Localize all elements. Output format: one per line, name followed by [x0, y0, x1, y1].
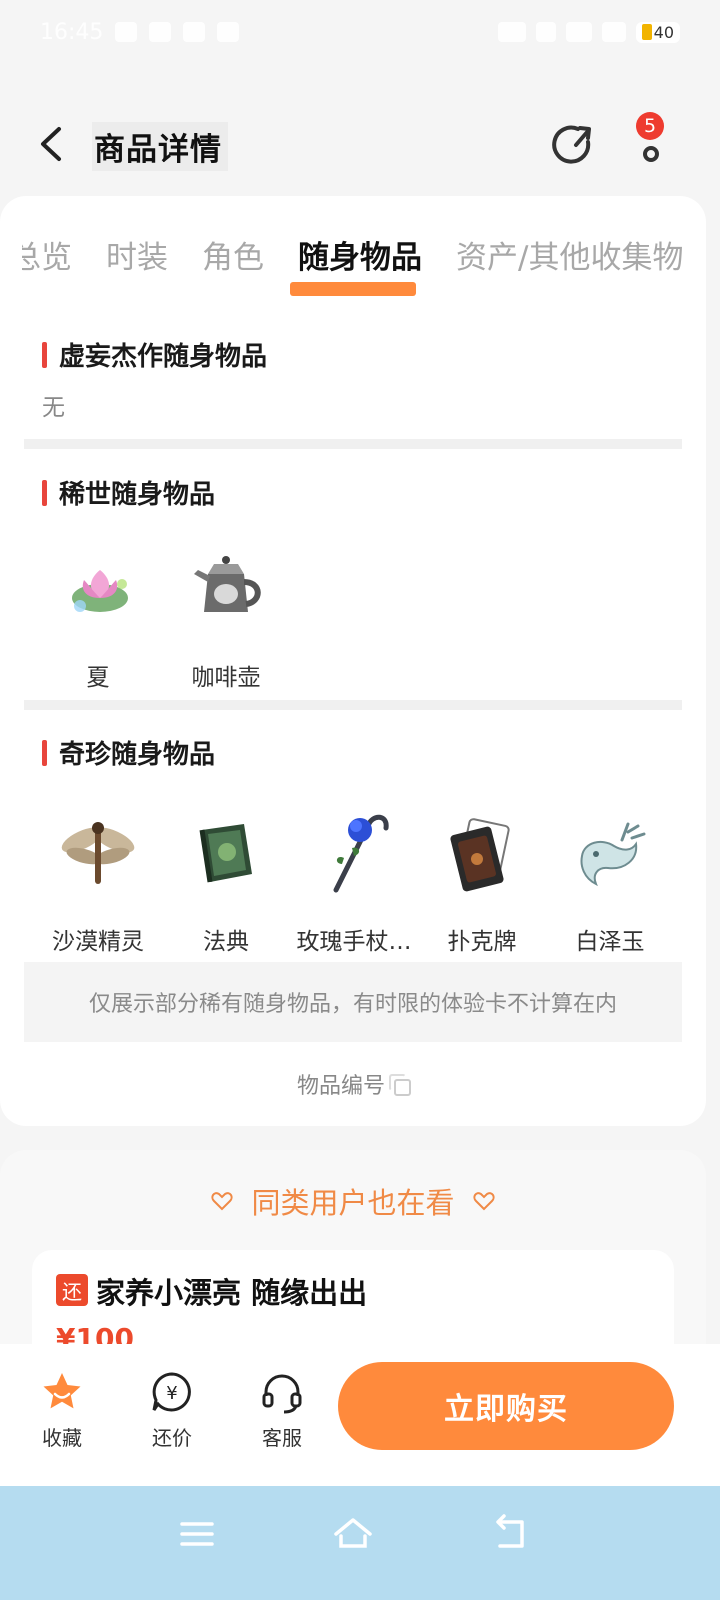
home-icon: [334, 1518, 372, 1548]
notification-icons: [115, 22, 240, 42]
service-button[interactable]: 客服: [242, 1370, 322, 1451]
dragonfly-icon: [50, 804, 146, 900]
tab-assets[interactable]: 资产/其他收集物: [456, 232, 683, 272]
headset-icon: [260, 1370, 304, 1414]
detail-card: 总览 时装 角色 随身物品 资产/其他收集物 虚妄杰作随身物品 无 稀世随身物品…: [0, 196, 706, 1126]
item-jade[interactable]: 白泽玉: [546, 804, 674, 956]
item-label: 夏: [86, 665, 110, 691]
copy-icon[interactable]: [389, 1074, 411, 1096]
share-icon: [552, 125, 591, 164]
item-coffee-pot[interactable]: 咖啡壶: [162, 540, 290, 692]
divider: [24, 439, 682, 449]
heart-icon: [211, 1192, 234, 1211]
empty-text: 无: [42, 395, 65, 421]
tab-fashion[interactable]: 时装: [106, 232, 168, 272]
star-icon: [40, 1370, 84, 1414]
bargain-tag: 还: [56, 1274, 88, 1306]
tab-bar: 总览 时装 角色 随身物品 资产/其他收集物: [22, 232, 684, 272]
tab-characters[interactable]: 角色: [202, 232, 264, 272]
item-label: 法典: [203, 929, 249, 955]
item-label: 扑克牌: [447, 929, 517, 955]
item-label: 白泽玉: [575, 929, 645, 955]
item-codex[interactable]: 法典: [162, 804, 290, 956]
app-icon: [149, 22, 172, 42]
status-bar: 16:45 40: [0, 0, 720, 64]
header: 商品详情: [0, 104, 720, 184]
item-number-label: 物品编号: [296, 1074, 385, 1099]
section-bar: [42, 341, 47, 368]
section-bar: [42, 479, 47, 506]
charging-icon: [641, 24, 652, 40]
section-title-text: 奇珍随身物品: [59, 740, 216, 770]
favorite-button[interactable]: 收藏: [22, 1370, 102, 1451]
item-summer[interactable]: 夏: [34, 540, 162, 692]
video-icon: [217, 22, 240, 42]
section-title-text: 稀世随身物品: [59, 480, 216, 510]
home-nav-button[interactable]: [328, 1508, 378, 1558]
active-tab-indicator: [290, 282, 416, 296]
bargain-label: 还价: [152, 1426, 192, 1450]
battery-indicator: 40: [635, 21, 680, 43]
lotus-icon: [50, 540, 146, 636]
notice-box: 仅展示部分稀有随身物品，有时限的体验卡不计算在内: [24, 962, 682, 1042]
network-icon: [497, 22, 526, 42]
page-title: 商品详情: [92, 122, 228, 171]
wifi-icon: [601, 22, 626, 42]
hd-icon: [535, 22, 556, 42]
divider: [24, 700, 682, 710]
item-label: 沙漠精灵: [52, 929, 144, 955]
share-button[interactable]: [548, 120, 598, 170]
section-bar: [42, 739, 47, 766]
item-rose-cane[interactable]: 玫瑰手杖…: [290, 804, 418, 956]
yen-chat-icon: ¥: [150, 1370, 194, 1414]
favorite-label: 收藏: [42, 1426, 82, 1450]
sync-icon: [183, 22, 206, 42]
chat-icon: [115, 22, 138, 42]
recommend-title: 同类用户也在看: [251, 1186, 455, 1220]
recommend-item-name: 家养小漂亮 随缘出出: [96, 1276, 368, 1310]
item-label: 玫瑰手杖…: [296, 929, 412, 955]
service-label: 客服: [262, 1426, 302, 1450]
system-indicators: 40: [497, 21, 680, 43]
heart-icon: [472, 1192, 495, 1211]
coffee-pot-icon: [178, 540, 274, 636]
section-title-rare: 稀世随身物品: [42, 474, 215, 511]
book-icon: [178, 804, 274, 900]
section-title-treasure: 奇珍随身物品: [42, 734, 215, 771]
return-icon: [496, 1514, 524, 1548]
notification-badge: 5: [636, 112, 664, 140]
section-title-masterpiece: 虚妄杰作随身物品: [42, 336, 267, 373]
status-time: 16:45: [40, 19, 104, 45]
buy-now-button[interactable]: 立即购买: [338, 1362, 674, 1450]
menu-icon: [180, 1522, 214, 1546]
system-nav-bar: [0, 1486, 720, 1600]
recommend-section: 同类用户也在看 还 家养小漂亮 随缘出出 ¥100: [0, 1150, 706, 1450]
svg-text:¥: ¥: [166, 1383, 177, 1404]
tab-overview[interactable]: 总览: [22, 232, 72, 272]
menu-nav-button[interactable]: [172, 1508, 222, 1558]
back-button[interactable]: [30, 122, 70, 166]
playing-card-icon: [434, 804, 530, 900]
bargain-button[interactable]: ¥ 还价: [132, 1370, 212, 1451]
battery-level: 40: [653, 22, 674, 42]
item-number-row[interactable]: 物品编号: [0, 1068, 706, 1100]
tab-accessories[interactable]: 随身物品: [298, 232, 422, 272]
rose-cane-icon: [306, 804, 402, 900]
section-title-text: 虚妄杰作随身物品: [59, 342, 268, 372]
item-playing-cards[interactable]: 扑克牌: [418, 804, 546, 956]
chevron-left-icon: [41, 127, 61, 161]
jade-deer-icon: [562, 804, 658, 900]
action-bar: 收藏 ¥ 还价 客服 立即购买: [0, 1344, 720, 1486]
item-label: 咖啡壶: [191, 665, 261, 691]
back-nav-button[interactable]: [486, 1508, 536, 1558]
item-desert-spirit[interactable]: 沙漠精灵: [34, 804, 162, 956]
recommend-title-row: 同类用户也在看: [0, 1180, 706, 1222]
signal-icon: [565, 22, 592, 42]
